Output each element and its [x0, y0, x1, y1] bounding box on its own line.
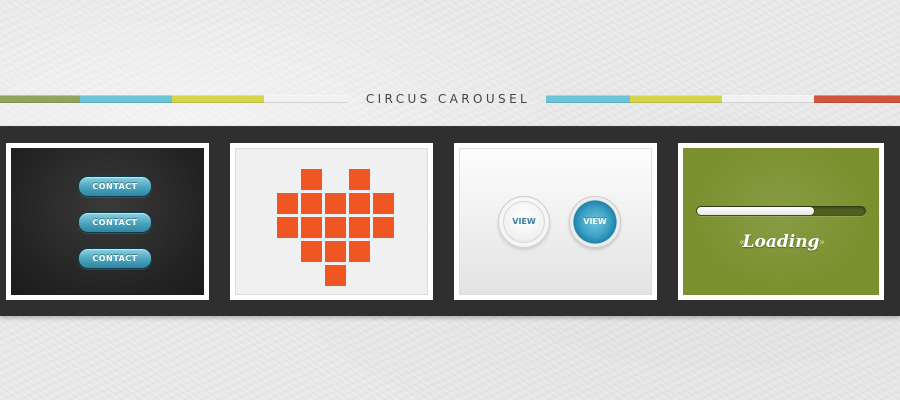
contact-button-3[interactable]: CONTACT	[78, 248, 152, 269]
view-button-blue[interactable]: VIEW	[569, 196, 621, 248]
heart-pixel	[349, 217, 370, 238]
stripe-red-right	[814, 95, 900, 103]
heart-pixel	[325, 265, 346, 286]
heart-pixel	[301, 217, 322, 238]
view-button-light[interactable]: VIEW	[498, 196, 550, 248]
loading-label: Loading	[742, 232, 820, 252]
loading-progress-fill	[697, 207, 814, 215]
heart-pixel	[301, 241, 322, 262]
loading-progress-track	[696, 206, 866, 216]
heart-pixel	[277, 193, 298, 214]
heart-pixel	[325, 217, 346, 238]
stripe-cyan-left	[80, 95, 172, 103]
slide-contact-buttons-panel: CONTACT CONTACT CONTACT	[11, 148, 204, 295]
carousel-header: CIRCUS CAROUSEL	[0, 92, 900, 106]
slide-loading[interactable]: « Loading »	[678, 143, 884, 300]
heart-pixel	[349, 193, 370, 214]
stripe-yellow-left	[172, 95, 264, 103]
contact-button-1[interactable]: CONTACT	[78, 176, 152, 197]
stripe-olive-left	[0, 95, 80, 103]
stripe-white-left	[264, 95, 348, 103]
heart-pixel	[301, 169, 322, 190]
slide-pixel-heart[interactable]	[230, 143, 433, 300]
stripe-yellow-right	[630, 95, 722, 103]
contact-button-2[interactable]: CONTACT	[78, 212, 152, 233]
slide-contact-buttons[interactable]: CONTACT CONTACT CONTACT	[6, 143, 209, 300]
chevron-right-icon: »	[819, 237, 826, 248]
heart-pixel	[277, 217, 298, 238]
heart-pixel	[301, 193, 322, 214]
heart-pixel	[373, 217, 394, 238]
page-title: CIRCUS CAROUSEL	[365, 92, 531, 106]
heart-pixel	[349, 241, 370, 262]
pixel-heart-graphic	[277, 169, 394, 286]
stripe-cyan-right	[546, 95, 630, 103]
heart-pixel	[325, 241, 346, 262]
slide-pixel-heart-panel	[235, 148, 428, 295]
heart-pixel	[325, 193, 346, 214]
slide-view-buttons-panel: VIEW VIEW	[459, 148, 652, 295]
heart-pixel	[373, 193, 394, 214]
slide-view-buttons[interactable]: VIEW VIEW	[454, 143, 657, 300]
heart-pixel	[349, 169, 370, 190]
slide-loading-panel: « Loading »	[683, 148, 879, 295]
stripe-white-right	[722, 95, 814, 103]
